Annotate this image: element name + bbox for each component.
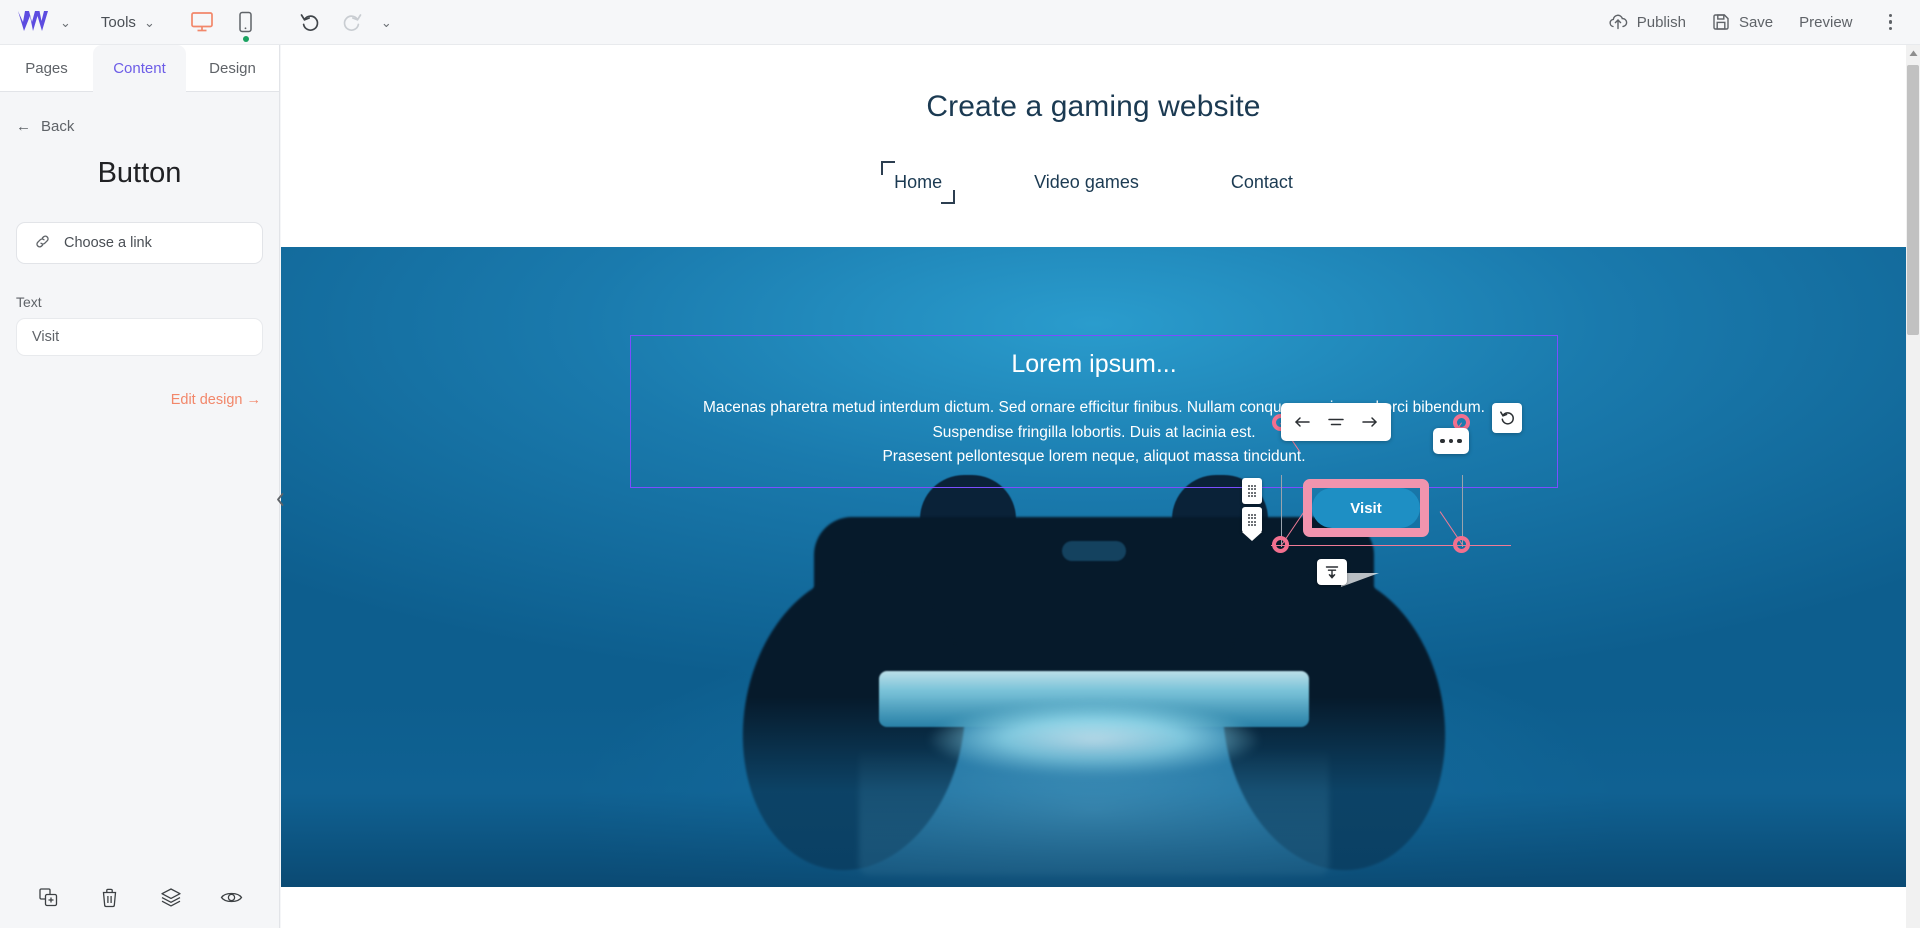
duplicate-icon[interactable] bbox=[33, 881, 65, 913]
nav-item-video-games-label: Video games bbox=[1034, 172, 1139, 192]
tab-design[interactable]: Design bbox=[186, 45, 279, 92]
arrow-right-icon: → bbox=[246, 392, 262, 408]
align-center-icon[interactable] bbox=[1319, 405, 1353, 439]
history-group: ⌄ bbox=[297, 9, 392, 35]
top-toolbar: ⌄ Tools ⌄ ⌄ Publish Save Preview bbox=[0, 0, 1920, 45]
hero-text-block[interactable]: Lorem ipsum... Macenas pharetra metud in… bbox=[630, 335, 1558, 488]
hero-paragraph-line-2: Suspendise fringilla lobortis. Duis at l… bbox=[932, 423, 1256, 441]
link-icon bbox=[34, 233, 51, 254]
back-arrow-icon: ← bbox=[16, 118, 31, 135]
panel-tabs: Pages Content Design bbox=[0, 45, 279, 92]
hero-heading: Lorem ipsum... bbox=[1011, 350, 1177, 378]
save-label: Save bbox=[1738, 13, 1774, 31]
nav-item-home[interactable]: Home bbox=[881, 161, 956, 204]
tools-menu[interactable]: Tools ⌄ bbox=[101, 14, 155, 31]
scroll-up-arrow-icon[interactable] bbox=[1906, 45, 1920, 61]
selection-node-bottom-right[interactable] bbox=[1453, 536, 1470, 553]
left-panel: Pages Content Design ← Back Button Choos… bbox=[0, 45, 280, 928]
rotate-icon[interactable] bbox=[1492, 403, 1522, 433]
more-menu-icon[interactable] bbox=[1879, 8, 1903, 37]
site-navigation: Home Video games Contact bbox=[281, 161, 1906, 204]
align-left-icon[interactable] bbox=[1285, 405, 1319, 439]
nav-item-contact-label: Contact bbox=[1230, 172, 1293, 192]
delete-icon[interactable] bbox=[94, 881, 126, 913]
drag-handle-upper[interactable] bbox=[1242, 478, 1262, 504]
tab-content-label: Content bbox=[113, 59, 166, 77]
choose-link-button[interactable]: Choose a link bbox=[16, 222, 263, 264]
edit-design-link[interactable]: Edit design → bbox=[0, 392, 279, 408]
vertical-scrollbar[interactable] bbox=[1906, 45, 1920, 928]
publish-label: Publish bbox=[1636, 13, 1686, 31]
device-toggle-group bbox=[187, 7, 261, 42]
drag-handle-arrow-icon bbox=[1242, 532, 1262, 541]
collapse-panel-handle[interactable] bbox=[272, 481, 288, 517]
layers-icon[interactable] bbox=[155, 881, 187, 913]
selection-node-bottom-left[interactable] bbox=[1272, 536, 1289, 553]
back-label: Back bbox=[41, 118, 75, 135]
tab-content[interactable]: Content bbox=[93, 45, 186, 92]
chevron-down-icon: ⌄ bbox=[143, 14, 155, 30]
visibility-icon[interactable] bbox=[216, 881, 248, 913]
redo-icon[interactable] bbox=[339, 9, 365, 35]
button-text-input[interactable]: Visit bbox=[16, 318, 263, 356]
site-title: Create a gaming website bbox=[926, 90, 1261, 123]
history-chevron-down-icon[interactable]: ⌄ bbox=[381, 16, 392, 29]
page-title: Button bbox=[97, 157, 182, 189]
logo-group[interactable]: ⌄ bbox=[0, 9, 71, 35]
tab-pages-label: Pages bbox=[25, 59, 68, 77]
tab-pages[interactable]: Pages bbox=[0, 45, 93, 92]
webflow-logo[interactable] bbox=[16, 9, 50, 35]
mobile-view-button[interactable] bbox=[231, 7, 261, 42]
more-options-icon[interactable] bbox=[1433, 428, 1469, 454]
selection-guide-horizontal bbox=[1271, 545, 1511, 547]
scrollbar-thumb[interactable] bbox=[1907, 65, 1919, 335]
undo-icon[interactable] bbox=[297, 9, 323, 35]
hero-floor-gradient bbox=[281, 697, 1906, 887]
text-field-label: Text bbox=[16, 294, 42, 310]
hero-paragraph-line-3: Prasesent pellontesque lorem neque, aliq… bbox=[882, 448, 1306, 466]
insert-below-icon[interactable] bbox=[1317, 559, 1347, 585]
publish-button[interactable]: Publish bbox=[1608, 13, 1686, 31]
text-align-toolbar bbox=[1281, 403, 1391, 441]
nav-item-video-games[interactable]: Video games bbox=[1030, 170, 1143, 195]
tools-label: Tools bbox=[100, 13, 136, 31]
save-button[interactable]: Save bbox=[1712, 13, 1773, 31]
preview-label: Preview bbox=[1799, 13, 1853, 31]
choose-link-label: Choose a link bbox=[64, 235, 152, 251]
back-button[interactable]: ← Back bbox=[0, 92, 279, 135]
align-right-icon[interactable] bbox=[1353, 405, 1387, 439]
nav-item-contact[interactable]: Contact bbox=[1227, 170, 1297, 195]
drag-handle-lower[interactable] bbox=[1242, 507, 1262, 541]
panel-bottom-toolbar bbox=[0, 866, 280, 928]
preview-button[interactable]: Preview bbox=[1799, 14, 1852, 31]
visit-button[interactable]: Visit bbox=[1312, 488, 1420, 528]
top-actions: Publish Save Preview bbox=[1608, 8, 1920, 37]
desktop-view-button[interactable] bbox=[187, 7, 217, 37]
page-canvas: Create a gaming website Home Video games… bbox=[281, 45, 1906, 928]
logo-chevron-down-icon[interactable]: ⌄ bbox=[60, 16, 71, 29]
site-header: Create a gaming website Home Video games… bbox=[281, 45, 1906, 204]
hero-paragraph-line-1: Macenas pharetra metud interdum dictum. … bbox=[703, 399, 1485, 416]
nav-item-home-label: Home bbox=[894, 172, 943, 192]
tab-design-label: Design bbox=[209, 59, 256, 77]
mobile-status-dot bbox=[242, 36, 249, 42]
edit-design-label: Edit design bbox=[170, 392, 243, 408]
